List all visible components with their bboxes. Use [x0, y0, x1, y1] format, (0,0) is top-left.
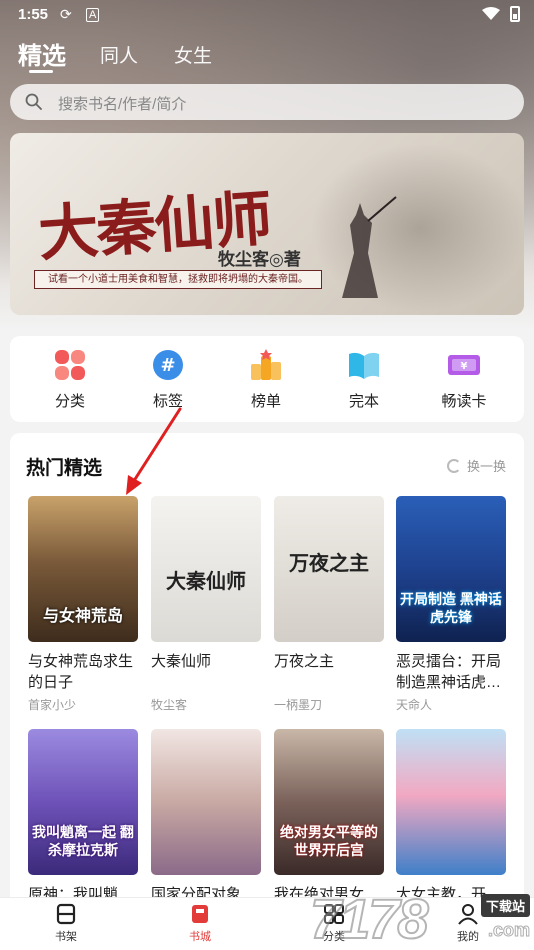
tab-female[interactable]: 女生 [174, 41, 212, 68]
battery-icon [510, 6, 520, 22]
book-author: 牧尘客 [151, 698, 188, 712]
red-arrow-annotation [126, 407, 182, 495]
search-placeholder: 搜索书名/作者/简介 [58, 96, 187, 113]
book-author: 首家小少 [28, 698, 77, 712]
section-title: 热门精选 [26, 458, 103, 479]
svg-text:¥: ¥ [461, 361, 468, 372]
book-title: 与女神荒岛求生的日子 [28, 653, 134, 691]
book-cover: 与女神荒岛 [28, 496, 138, 642]
ticket-icon: ¥ [447, 348, 481, 382]
quick-nav-tags[interactable]: # 标签 [128, 348, 208, 411]
book-title: 恶灵擂台：开局制造黑神话虎… [396, 653, 502, 691]
watermark-domain: .com [487, 920, 530, 941]
book-open-icon [347, 348, 381, 382]
quick-nav-read-card[interactable]: ¥ 畅读卡 [424, 348, 504, 411]
tag-hash-icon: # [151, 348, 185, 382]
category-icon [53, 348, 87, 382]
book-card[interactable]: 万夜之主 万夜之主 一柄墨刀 [274, 496, 384, 713]
promo-banner[interactable]: 大秦仙师 牧尘客◎著 试看一个小道士用美食和智慧，拯救即将坍塌的大秦帝国。 [10, 133, 524, 315]
nav-label: 书架 [55, 931, 77, 943]
banner-tagline: 试看一个小道士用美食和智慧，拯救即将坍塌的大秦帝国。 [34, 270, 322, 289]
refresh-icon [446, 459, 461, 473]
book-card[interactable]: 绝对男女平等的 世界开后宫 我在绝对男女平… [274, 729, 384, 903]
quick-nav-ranking[interactable]: 榜单 [226, 348, 306, 411]
banner-author: 牧尘客◎著 [218, 250, 301, 270]
tab-fanfic[interactable]: 同人 [100, 41, 138, 68]
watermark-badge: 下载站 [480, 894, 530, 917]
svg-text:#: # [160, 355, 175, 376]
tab-indicator [29, 70, 53, 73]
search-icon [25, 93, 42, 110]
book-card[interactable]: 我叫魈离一起 翻杀摩拉克斯 原神：我叫魈离… [28, 729, 138, 903]
quick-nav: 分类 # 标签 榜单 完本 ¥ 畅读卡 [10, 336, 524, 422]
bookstore-icon [189, 903, 211, 925]
quick-nav-label: 畅读卡 [441, 393, 487, 410]
nav-label: 书城 [189, 931, 211, 943]
cover-text: 与女神荒岛 [42, 608, 123, 625]
book-card[interactable]: 与女神荒岛 与女神荒岛求生的日子 首家小少 [28, 496, 138, 713]
book-title: 万夜之主 [274, 653, 335, 670]
a-badge-icon: A [86, 8, 100, 22]
book-cover [396, 729, 506, 875]
book-author: 一柄墨刀 [274, 698, 323, 712]
book-author: 天命人 [396, 698, 433, 712]
search-bar[interactable]: 搜索书名/作者/简介 [10, 84, 524, 120]
book-cover: 万夜之主 [274, 496, 384, 642]
status-time: 1:55 [18, 6, 49, 23]
quick-nav-label: 榜单 [250, 393, 281, 410]
tab-featured[interactable]: 精选 [18, 36, 66, 71]
book-cover [151, 729, 261, 875]
swordsman-figure-icon [342, 196, 397, 298]
cover-text: 开局制造 黑神话虎先锋 [400, 591, 502, 625]
cover-text: 大秦仙师 [166, 569, 246, 593]
book-cover: 开局制造 黑神话虎先锋 [396, 496, 506, 642]
bookshelf-icon [55, 903, 77, 925]
book-card[interactable]: 大秦仙师 大秦仙师 牧尘客 [151, 496, 261, 713]
book-cover: 大秦仙师 [151, 496, 261, 642]
wifi-icon [482, 7, 500, 20]
refresh-button[interactable]: 换一换 [446, 456, 506, 475]
cover-text: 万夜之主 [289, 551, 369, 575]
ranking-icon [249, 348, 283, 382]
book-card[interactable]: 开局制造 黑神话虎先锋 恶灵擂台：开局制造黑神话虎… 天命人 [396, 496, 506, 713]
cover-text: 我叫魈离一起 翻杀摩拉克斯 [32, 824, 134, 858]
nav-bookstore[interactable]: 书城 [170, 903, 230, 944]
sync-icon: ⟳ [60, 6, 72, 22]
book-card[interactable]: 大女主教，开局… [396, 729, 506, 903]
quick-nav-category[interactable]: 分类 [30, 348, 110, 411]
watermark-number: 7178 [309, 886, 430, 950]
book-title: 大秦仙师 [151, 653, 212, 670]
hot-picks-section: 热门精选 换一换 与女神荒岛 与女神荒岛求生的日子 首家小少 大秦仙师 大秦仙师… [10, 433, 524, 903]
status-bar: 1:55 ⟳ A [0, 0, 534, 30]
book-cover: 绝对男女平等的 世界开后宫 [274, 729, 384, 875]
quick-nav-label: 完本 [348, 393, 379, 410]
nav-bookshelf[interactable]: 书架 [36, 903, 96, 944]
quick-nav-label: 分类 [54, 393, 85, 410]
book-cover: 我叫魈离一起 翻杀摩拉克斯 [28, 729, 138, 875]
quick-nav-finished[interactable]: 完本 [324, 348, 404, 411]
refresh-label: 换一换 [466, 459, 506, 474]
site-watermark: 7178 下载站 .com [309, 886, 534, 950]
cover-text: 绝对男女平等的 世界开后宫 [280, 824, 378, 858]
book-card[interactable]: 国家分配对象的… [151, 729, 261, 903]
